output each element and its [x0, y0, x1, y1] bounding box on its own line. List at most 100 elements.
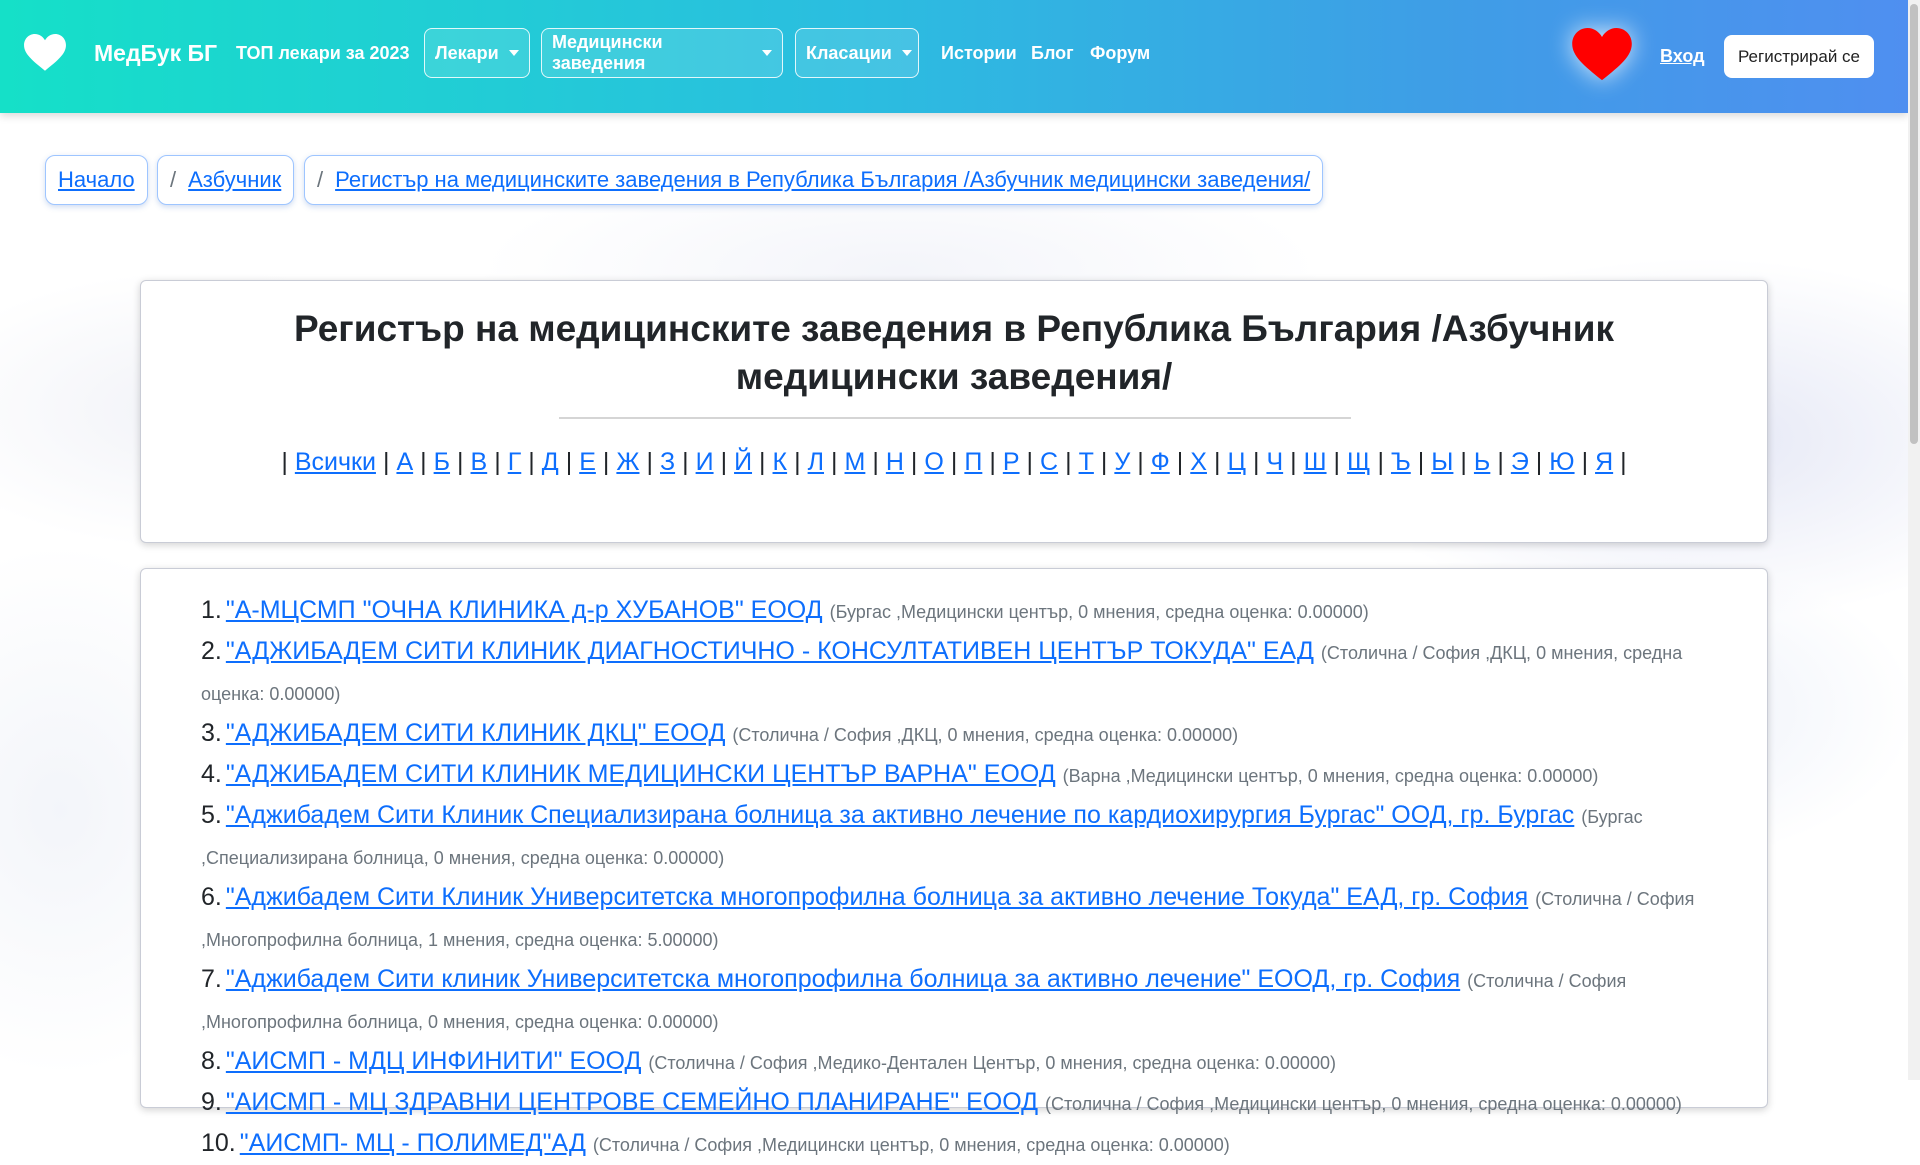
- nav-facilities-dropdown[interactable]: Медицински заведения: [541, 28, 783, 78]
- alphabet-letter-link[interactable]: Ъ: [1391, 448, 1411, 476]
- alphabet-separator: |: [382, 448, 390, 476]
- alphabet-letter-link[interactable]: Р: [1003, 448, 1020, 476]
- alphabet-letter-link[interactable]: Н: [886, 448, 904, 476]
- alphabet-separator: |: [1026, 448, 1034, 476]
- alphabet-letter-link[interactable]: Д: [542, 448, 559, 476]
- register-button[interactable]: Регистрирай се: [1724, 35, 1874, 78]
- brand-heart-icon[interactable]: [24, 34, 66, 72]
- alphabet-letter-link[interactable]: Й: [734, 448, 752, 476]
- alphabet-separator: |: [1213, 448, 1221, 476]
- alphabet-letter-link[interactable]: К: [773, 448, 788, 476]
- breadcrumb-current: / Регистър на медицинските заведения в Р…: [304, 155, 1324, 205]
- page-title-line1: Регистър на медицинските заведения в Реп…: [293, 308, 1615, 349]
- nav-doctors-dropdown[interactable]: Лекари: [424, 28, 530, 78]
- alphabet-separator: |: [989, 448, 996, 476]
- page-scrollbar[interactable]: [1908, 0, 1920, 1080]
- alphabet-letter-link[interactable]: И: [696, 448, 714, 476]
- facility-number: 4.: [201, 760, 222, 788]
- facility-list-item: 5. "Аджибадем Сити Клиник Специализирана …: [201, 796, 1741, 878]
- alphabet-letter-link[interactable]: Ы: [1431, 448, 1453, 476]
- nav-rankings-label: Класации: [806, 42, 892, 63]
- alphabet-letter-link[interactable]: В: [471, 448, 488, 476]
- breadcrumb-home-link[interactable]: Начало: [58, 167, 135, 193]
- nav-blog[interactable]: Блог: [1031, 43, 1074, 64]
- alphabet-letter-link[interactable]: Щ: [1347, 448, 1370, 476]
- alphabet-letter-link[interactable]: Ц: [1227, 448, 1246, 476]
- facility-meta: (Столична / София ,Медицински център, 0 …: [1044, 1094, 1682, 1114]
- facility-list-item: 6. "Аджибадем Сити Клиник Университетска …: [201, 878, 1741, 960]
- alphabet-letter-link[interactable]: С: [1040, 448, 1058, 476]
- alphabet-separator: |: [794, 448, 801, 476]
- alphabet-letter-link[interactable]: У: [1114, 448, 1130, 476]
- nav-rankings-dropdown[interactable]: Класации: [795, 28, 919, 78]
- page-title: Регистър на медицинските заведения в Реп…: [141, 305, 1767, 401]
- alphabet-separator: |: [1377, 448, 1384, 476]
- login-link[interactable]: Вход: [1660, 46, 1705, 67]
- facility-link[interactable]: "АИСМП - МЦ ЗДРАВНИ ЦЕНТРОВЕ СЕМЕЙНО ПЛА…: [226, 1088, 1038, 1116]
- facility-meta: (Бургас ,Медицински център, 0 мнения, ср…: [829, 602, 1369, 622]
- alphabet-letter-link[interactable]: Ф: [1151, 448, 1170, 476]
- facility-link[interactable]: "АИСМП - МДЦ ИНФИНИТИ" ЕООД: [226, 1047, 642, 1075]
- top-navbar: МедБук БГ ТОП лекари за 2023 Лекари Меди…: [0, 0, 1908, 113]
- alphabet-separator: |: [457, 448, 464, 476]
- alphabet-separator: |: [281, 448, 288, 476]
- facility-number: 7.: [201, 965, 222, 993]
- facilities-list-card: 1. "А-МЦСМП "ОЧНА КЛИНИКА д-р ХУБАНОВ" ЕО…: [140, 568, 1768, 1157]
- facility-number: 10.: [201, 1129, 236, 1157]
- alphabet-letter-link[interactable]: З: [660, 448, 675, 476]
- alphabet-letter-link[interactable]: Ж: [616, 448, 639, 476]
- nav-forum[interactable]: Форум: [1090, 43, 1150, 64]
- alphabet-separator: |: [528, 448, 535, 476]
- title-card: Регистър на медицинските заведения в Реп…: [140, 280, 1768, 543]
- alphabet-letter-link[interactable]: Б: [434, 448, 450, 476]
- facility-list-item: 1. "А-МЦСМП "ОЧНА КЛИНИКА д-р ХУБАНОВ" ЕО…: [201, 591, 1741, 632]
- facility-link[interactable]: "АИСМП- МЦ - ПОЛИМЕД"АД: [240, 1129, 586, 1157]
- alphabet-letter-link[interactable]: П: [964, 448, 982, 476]
- alphabet-separator: |: [1065, 448, 1072, 476]
- alphabet-separator: |: [1290, 448, 1297, 476]
- alphabet-separator: |: [1252, 448, 1260, 476]
- alphabet-letter-link[interactable]: Х: [1190, 448, 1207, 476]
- alphabet-letter-link[interactable]: Я: [1595, 448, 1613, 476]
- chevron-down-icon: [901, 50, 912, 56]
- facility-link[interactable]: "Аджибадем Сити клиник Университетска мн…: [226, 965, 1460, 993]
- alphabet-letter-link[interactable]: Г: [508, 448, 522, 476]
- title-divider: [559, 417, 1351, 419]
- nav-facilities-label: Медицински заведения: [552, 32, 663, 73]
- scrollbar-thumb[interactable]: [1910, 4, 1918, 444]
- breadcrumb-alphabet: / Азбучник: [157, 155, 295, 205]
- alphabet-all-link[interactable]: Всички: [295, 448, 376, 476]
- facility-link[interactable]: "А-МЦСМП "ОЧНА КЛИНИКА д-р ХУБАНОВ" ЕООД: [226, 596, 823, 624]
- facility-list-item: 4. "АДЖИБАДЕМ СИТИ КЛИНИК МЕДИЦИНСКИ ЦЕНТ…: [201, 755, 1741, 796]
- facility-link[interactable]: "АДЖИБАДЕМ СИТИ КЛИНИК МЕДИЦИНСКИ ЦЕНТЪР…: [226, 760, 1056, 788]
- nav-stories[interactable]: Истории: [941, 43, 1017, 64]
- alphabet-letter-link[interactable]: А: [396, 448, 413, 476]
- alphabet-separator: |: [872, 448, 879, 476]
- alphabet-letter-link[interactable]: М: [845, 448, 866, 476]
- alphabet-letter-link[interactable]: Э: [1511, 448, 1529, 476]
- alphabet-letter-link[interactable]: Ш: [1304, 448, 1327, 476]
- alphabet-separator: |: [720, 448, 728, 476]
- breadcrumb-alphabet-link[interactable]: Азбучник: [188, 167, 281, 193]
- alphabet-letter-link[interactable]: Т: [1079, 448, 1094, 476]
- facility-link[interactable]: "Аджибадем Сити Клиник Университетска мн…: [226, 883, 1528, 911]
- favorites-heart-icon[interactable]: [1572, 28, 1632, 82]
- alphabet-letter-link[interactable]: Л: [808, 448, 824, 476]
- breadcrumb-separator: /: [317, 167, 324, 192]
- facility-number: 8.: [201, 1047, 222, 1075]
- brand-name[interactable]: МедБук БГ: [94, 40, 217, 67]
- alphabet-separator: |: [1497, 448, 1504, 476]
- alphabet-letter-link[interactable]: О: [924, 448, 943, 476]
- alphabet-letter-link[interactable]: Ю: [1549, 448, 1574, 476]
- nav-top-doctors[interactable]: ТОП лекари за 2023: [236, 43, 410, 64]
- alphabet-letter-link[interactable]: Ч: [1266, 448, 1283, 476]
- alphabet-letter-link[interactable]: Ь: [1474, 448, 1490, 476]
- breadcrumb-separator: /: [170, 167, 177, 192]
- alphabet-separator: |: [950, 448, 958, 476]
- facility-number: 6.: [201, 883, 222, 911]
- facility-link[interactable]: "АДЖИБАДЕМ СИТИ КЛИНИК ДИАГНОСТИЧНО - КО…: [226, 637, 1314, 665]
- alphabet-letter-link[interactable]: Е: [579, 448, 596, 476]
- breadcrumb-current-link[interactable]: Регистър на медицинските заведения в Реп…: [335, 167, 1310, 193]
- facility-link[interactable]: "АДЖИБАДЕМ СИТИ КЛИНИК ДКЦ" ЕООД: [226, 719, 726, 747]
- facility-link[interactable]: "Аджибадем Сити Клиник Специализирана бо…: [226, 801, 1574, 829]
